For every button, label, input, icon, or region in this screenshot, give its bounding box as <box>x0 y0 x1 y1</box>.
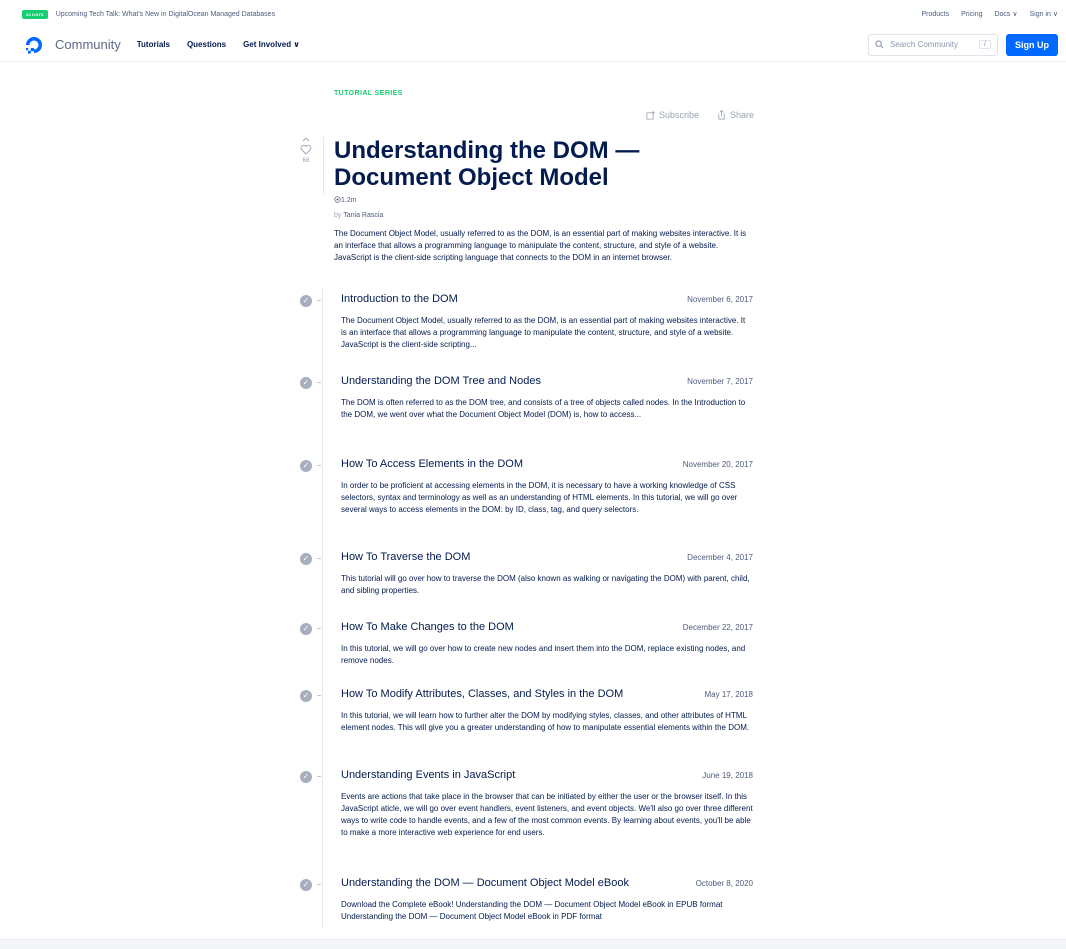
announcement-text[interactable]: Upcoming Tech Talk: What's New in Digita… <box>56 11 275 18</box>
days-badge: 23 DAYS <box>22 9 48 19</box>
tutorial-title[interactable]: Understanding the DOM Tree and Nodes <box>341 375 541 387</box>
series-title: Understanding the DOM — Document Object … <box>334 137 640 191</box>
search-input[interactable]: Search Community / <box>868 33 998 56</box>
subscribe-button[interactable]: Subscribe <box>646 110 699 120</box>
timeline-tick <box>317 382 321 383</box>
subscribe-icon <box>646 110 655 120</box>
share-button[interactable]: Share <box>717 110 754 120</box>
tutorial-date: December 4, 2017 <box>687 553 753 562</box>
tutorial-head: How To Modify Attributes, Classes, and S… <box>341 688 753 700</box>
tutorial-description: In order to be proficient at accessing e… <box>341 481 738 514</box>
tutorial-date: October 8, 2020 <box>695 879 753 888</box>
timeline-line <box>322 288 323 928</box>
tutorial-head: How To Make Changes to the DOM December … <box>341 621 753 633</box>
author-link[interactable]: Tania Rascia <box>343 212 383 219</box>
timeline-tick <box>317 558 321 559</box>
tutorial-title[interactable]: Introduction to the DOM <box>341 293 458 305</box>
tutorial-head: Understanding the DOM — Document Object … <box>341 877 753 889</box>
tutorial-title[interactable]: Understanding the DOM — Document Object … <box>341 877 629 889</box>
check-icon: ✓ <box>300 690 312 702</box>
search-placeholder: Search Community <box>890 40 959 49</box>
tutorial-date: December 22, 2017 <box>682 623 753 632</box>
share-icon <box>718 110 725 120</box>
search-shortcut: / <box>979 40 991 49</box>
tutorial-head: Understanding the DOM Tree and Nodes Nov… <box>341 375 753 387</box>
tutorial-description: The Document Object Model, usually refer… <box>341 316 746 349</box>
header-divider <box>323 137 324 195</box>
tutorial-description: In this tutorial, we will go over how to… <box>341 644 746 665</box>
tutorial-head: Understanding Events in JavaScript June … <box>341 769 753 781</box>
search-icon <box>875 40 884 49</box>
tutorial-date: November 20, 2017 <box>682 460 753 469</box>
tutorial-head: How To Traverse the DOM December 4, 2017 <box>341 551 753 563</box>
nav-left: Community Tutorials Questions Get Involv… <box>24 35 317 55</box>
check-icon: ✓ <box>300 623 312 635</box>
views-value: 1.2m <box>341 197 357 204</box>
timeline-tick <box>317 695 321 696</box>
timeline-tick <box>317 884 321 885</box>
nav-get-involved[interactable]: Get Involved ∨ <box>243 40 300 49</box>
timeline-tick <box>317 300 321 301</box>
check-icon: ✓ <box>300 295 312 307</box>
timeline-tick <box>317 465 321 466</box>
check-icon: ✓ <box>300 377 312 389</box>
community-brand[interactable]: Community <box>55 37 121 52</box>
share-label: Share <box>729 110 754 120</box>
check-icon: ✓ <box>300 553 312 565</box>
check-icon: ✓ <box>300 879 312 891</box>
views-count: 1.2m <box>334 196 357 204</box>
pricing-link[interactable]: Pricing <box>961 11 982 18</box>
check-icon: ✓ <box>300 771 312 783</box>
tutorial-title[interactable]: Understanding Events in JavaScript <box>341 769 515 781</box>
like-count: 68 <box>302 158 310 164</box>
check-icon: ✓ <box>300 460 312 472</box>
like-button[interactable]: 68 <box>286 136 326 164</box>
announcement-bar: 23 DAYS Upcoming Tech Talk: What's New i… <box>0 0 1066 28</box>
tutorial-head: Introduction to the DOM November 6, 2017 <box>341 293 753 305</box>
by-label: by <box>334 212 342 219</box>
tutorial-description: Events are actions that take place in th… <box>341 792 753 837</box>
series-intro: The Document Object Model, usually refer… <box>334 229 747 262</box>
tutorial-title[interactable]: How To Modify Attributes, Classes, and S… <box>341 688 623 700</box>
nav-tutorials[interactable]: Tutorials <box>137 40 170 49</box>
nav-questions[interactable]: Questions <box>187 40 226 49</box>
timeline-tick <box>317 776 321 777</box>
docs-link[interactable]: Docs ∨ <box>994 10 1017 18</box>
tutorial-description: This tutorial will go over how to traver… <box>341 574 750 595</box>
timeline-tick <box>317 628 321 629</box>
tutorial-title[interactable]: How To Access Elements in the DOM <box>341 458 523 470</box>
byline: by Tania Rascia <box>334 212 383 219</box>
announcement[interactable]: 23 DAYS Upcoming Tech Talk: What's New i… <box>22 9 275 19</box>
sign-up-button[interactable]: Sign Up <box>1006 33 1058 56</box>
footer-strip <box>0 939 1066 949</box>
tutorial-date: November 7, 2017 <box>687 377 753 386</box>
tutorial-description: Download the Complete eBook! Understandi… <box>341 900 723 921</box>
nav-right: Search Community / Sign Up <box>868 33 1058 56</box>
series-label: TUTORIAL SERIES <box>334 90 403 97</box>
sign-in-link[interactable]: Sign in ∨ <box>1030 10 1058 18</box>
main-nav: Community Tutorials Questions Get Involv… <box>0 28 1066 62</box>
tutorial-title[interactable]: How To Traverse the DOM <box>341 551 470 563</box>
tutorial-date: November 6, 2017 <box>687 295 753 304</box>
tutorial-description: In this tutorial, we will learn how to f… <box>341 711 750 732</box>
tutorial-title[interactable]: How To Make Changes to the DOM <box>341 621 514 633</box>
series-actions: Subscribe Share <box>646 110 754 120</box>
top-links: Products Pricing Docs ∨ Sign in ∨ <box>921 10 1058 19</box>
products-link[interactable]: Products <box>921 11 949 18</box>
tutorial-description: The DOM is often referred to as the DOM … <box>341 398 746 419</box>
tutorial-head: How To Access Elements in the DOM Novemb… <box>341 458 753 470</box>
tutorial-date: June 19, 2018 <box>702 771 753 780</box>
digitalocean-logo-icon[interactable] <box>24 35 44 55</box>
heart-icon <box>300 137 312 155</box>
eye-icon <box>334 196 341 203</box>
tutorial-date: May 17, 2018 <box>704 690 753 699</box>
subscribe-label: Subscribe <box>658 110 699 120</box>
